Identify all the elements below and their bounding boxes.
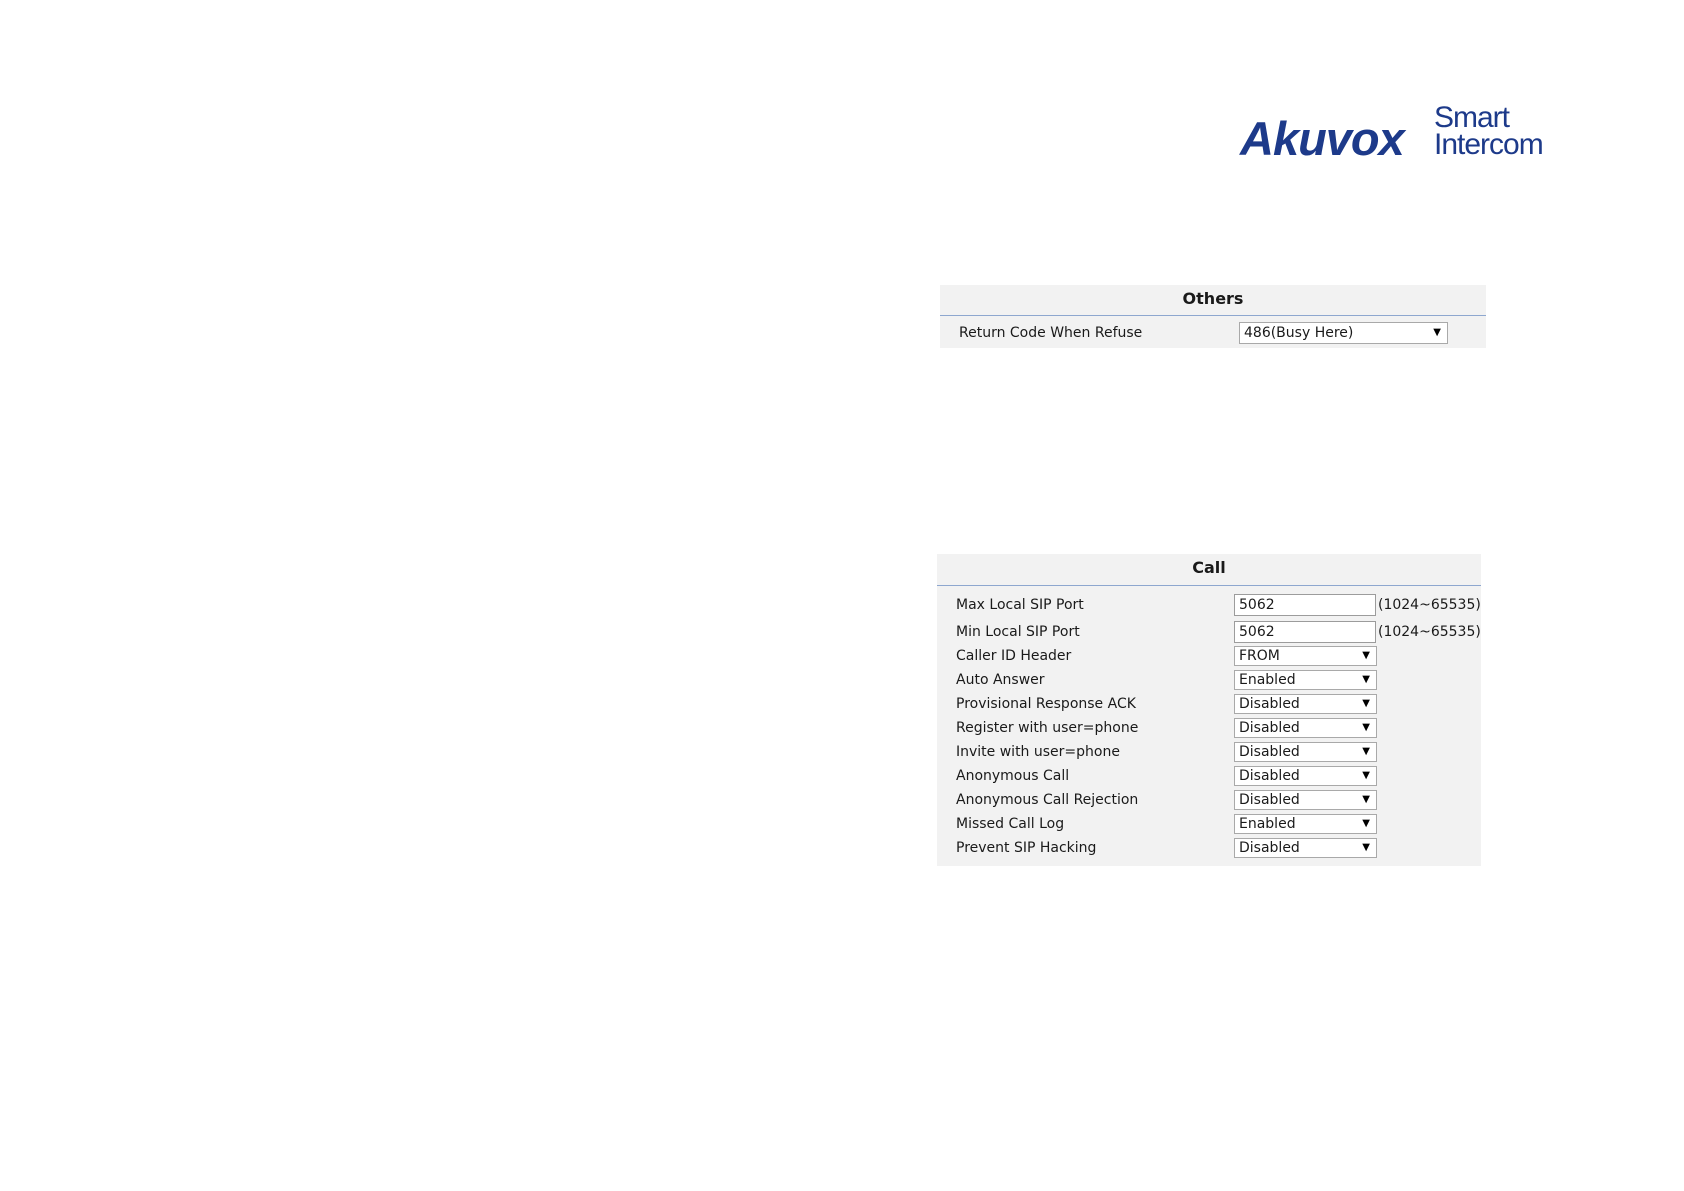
- akuvox-logo: Akuvox Smart Intercom: [1240, 101, 1560, 165]
- auto-answer-value: Enabled: [1239, 672, 1296, 688]
- row-max-local-sip-port: Max Local SIP Port 5062 (1024~65535): [937, 594, 1481, 616]
- row-prevent-sip-hacking: Prevent SIP Hacking Disabled ▼: [937, 838, 1481, 858]
- prevent-sip-hacking-value: Disabled: [1239, 840, 1300, 856]
- missed-call-log-select[interactable]: Enabled ▼: [1234, 814, 1377, 834]
- caller-id-header-label: Caller ID Header: [956, 648, 1072, 664]
- anonymous-call-label: Anonymous Call: [956, 768, 1070, 784]
- register-with-user-phone-value: Disabled: [1239, 720, 1300, 736]
- logo-tagline-line1: Smart: [1434, 101, 1510, 134]
- return-code-value: 486(Busy Here): [1244, 325, 1354, 341]
- row-invite-with-user-phone: Invite with user=phone Disabled ▼: [937, 742, 1481, 762]
- row-return-code-when-refuse: Return Code When Refuse 486(Busy Here) ▼: [940, 322, 1486, 344]
- row-anonymous-call: Anonymous Call Disabled ▼: [937, 766, 1481, 786]
- chevron-down-icon: ▼: [1433, 327, 1441, 338]
- call-panel-title: Call: [937, 554, 1481, 586]
- chevron-down-icon: ▼: [1362, 674, 1370, 685]
- register-with-user-phone-select[interactable]: Disabled ▼: [1234, 718, 1377, 738]
- prevent-sip-hacking-label: Prevent SIP Hacking: [956, 840, 1097, 856]
- missed-call-log-value: Enabled: [1239, 816, 1296, 832]
- prevent-sip-hacking-select[interactable]: Disabled ▼: [1234, 838, 1377, 858]
- row-anonymous-call-rejection: Anonymous Call Rejection Disabled ▼: [937, 790, 1481, 810]
- chevron-down-icon: ▼: [1362, 698, 1370, 709]
- chevron-down-icon: ▼: [1362, 842, 1370, 853]
- row-caller-id-header: Caller ID Header FROM ▼: [937, 646, 1481, 666]
- anonymous-call-select[interactable]: Disabled ▼: [1234, 766, 1377, 786]
- others-panel-title: Others: [940, 285, 1486, 316]
- max-local-sip-port-input[interactable]: 5062: [1234, 594, 1376, 616]
- return-code-select[interactable]: 486(Busy Here) ▼: [1239, 322, 1448, 344]
- invite-with-user-phone-label: Invite with user=phone: [956, 744, 1120, 760]
- anonymous-call-rejection-label: Anonymous Call Rejection: [956, 792, 1139, 808]
- provisional-response-ack-label: Provisional Response ACK: [956, 696, 1136, 712]
- provisional-response-ack-select[interactable]: Disabled ▼: [1234, 694, 1377, 714]
- others-panel: Others Return Code When Refuse 486(Busy …: [940, 285, 1486, 348]
- min-local-sip-port-label: Min Local SIP Port: [956, 624, 1080, 640]
- auto-answer-select[interactable]: Enabled ▼: [1234, 670, 1377, 690]
- chevron-down-icon: ▼: [1362, 818, 1370, 829]
- chevron-down-icon: ▼: [1362, 794, 1370, 805]
- chevron-down-icon: ▼: [1362, 650, 1370, 661]
- row-auto-answer: Auto Answer Enabled ▼: [937, 670, 1481, 690]
- logo-tagline-line2: Intercom: [1434, 128, 1544, 161]
- call-panel: Call Max Local SIP Port 5062 (1024~65535…: [937, 554, 1481, 866]
- caller-id-header-select[interactable]: FROM ▼: [1234, 646, 1377, 666]
- invite-with-user-phone-value: Disabled: [1239, 744, 1300, 760]
- logo-tagline: Smart Intercom: [1434, 101, 1544, 161]
- invite-with-user-phone-select[interactable]: Disabled ▼: [1234, 742, 1377, 762]
- anonymous-call-rejection-select[interactable]: Disabled ▼: [1234, 790, 1377, 810]
- row-min-local-sip-port: Min Local SIP Port 5062 (1024~65535): [937, 621, 1481, 643]
- provisional-response-ack-value: Disabled: [1239, 696, 1300, 712]
- anonymous-call-value: Disabled: [1239, 768, 1300, 784]
- max-local-sip-port-range: (1024~65535): [1378, 597, 1481, 613]
- chevron-down-icon: ▼: [1362, 770, 1370, 781]
- max-local-sip-port-label: Max Local SIP Port: [956, 597, 1084, 613]
- row-provisional-response-ack: Provisional Response ACK Disabled ▼: [937, 694, 1481, 714]
- auto-answer-label: Auto Answer: [956, 672, 1045, 688]
- missed-call-log-label: Missed Call Log: [956, 816, 1065, 832]
- chevron-down-icon: ▼: [1362, 722, 1370, 733]
- chevron-down-icon: ▼: [1362, 746, 1370, 757]
- row-register-with-user-phone: Register with user=phone Disabled ▼: [937, 718, 1481, 738]
- min-local-sip-port-input[interactable]: 5062: [1234, 621, 1376, 643]
- row-missed-call-log: Missed Call Log Enabled ▼: [937, 814, 1481, 834]
- caller-id-header-value: FROM: [1239, 648, 1280, 664]
- register-with-user-phone-label: Register with user=phone: [956, 720, 1139, 736]
- return-code-label: Return Code When Refuse: [959, 325, 1143, 341]
- min-local-sip-port-range: (1024~65535): [1378, 624, 1481, 640]
- logo-brand: Akuvox: [1240, 112, 1405, 165]
- anonymous-call-rejection-value: Disabled: [1239, 792, 1300, 808]
